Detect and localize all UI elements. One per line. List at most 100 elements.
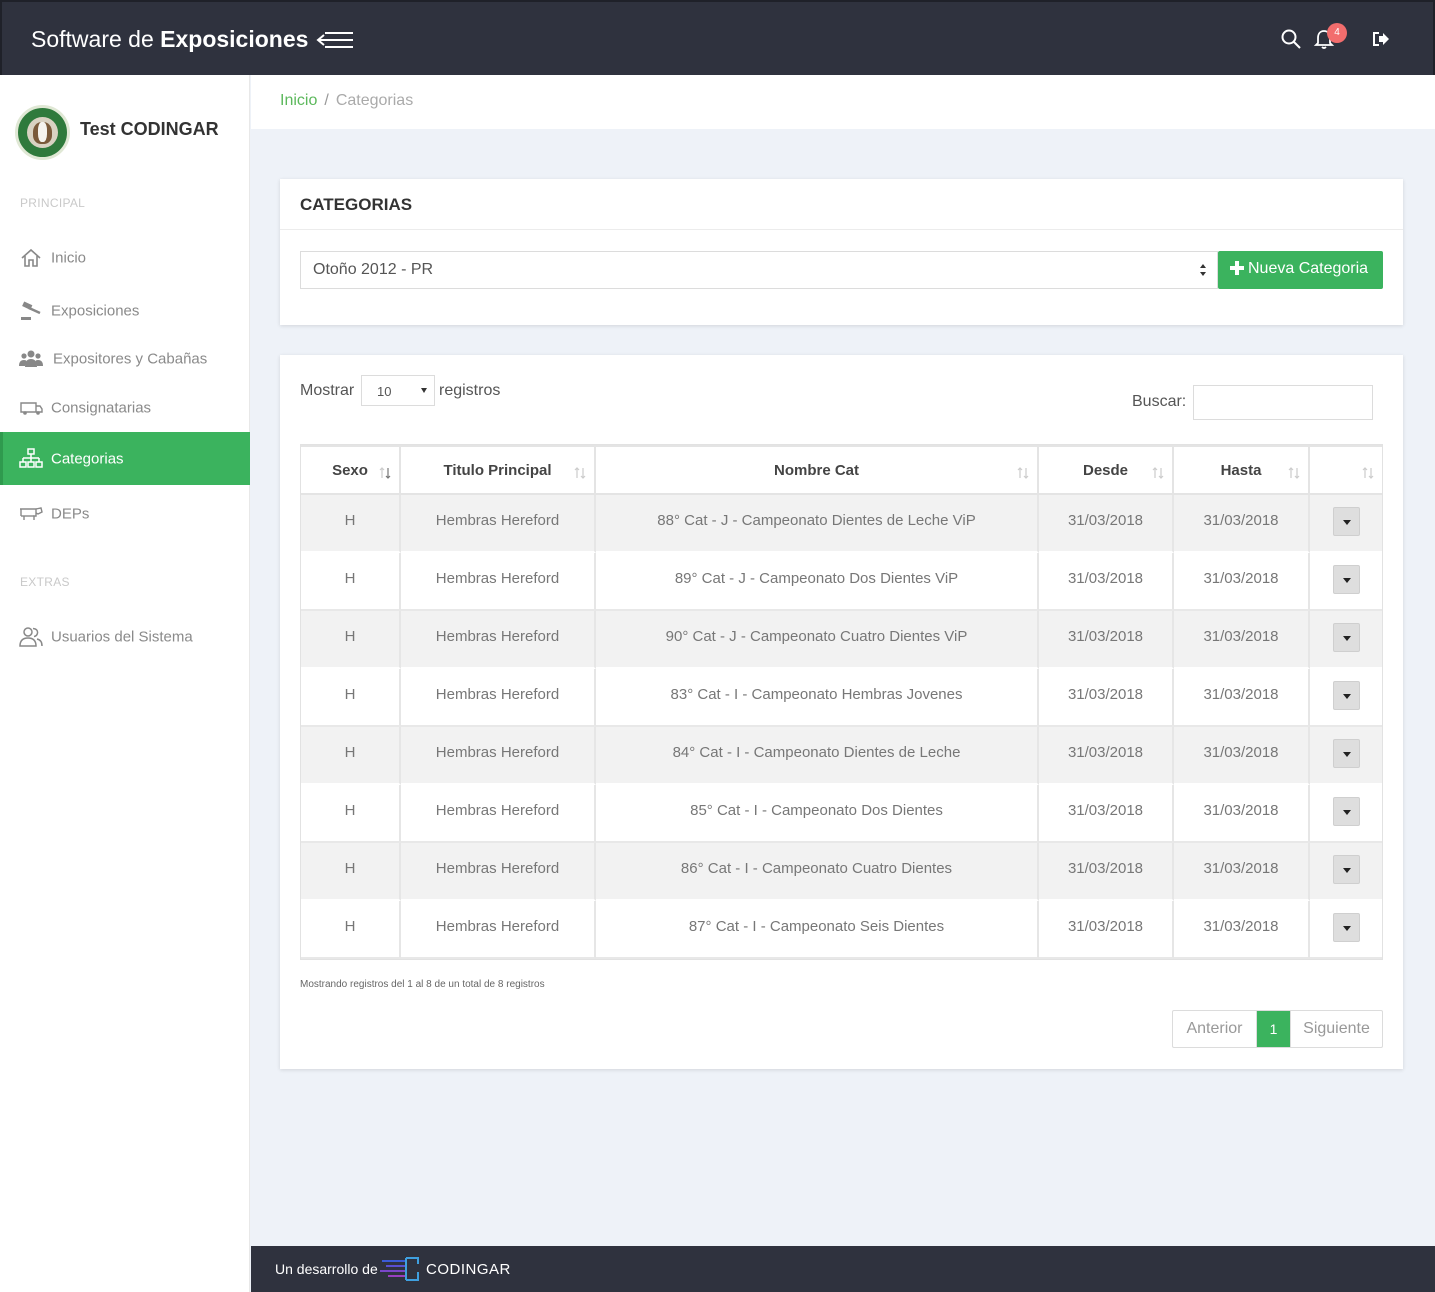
cell-desde: 31/03/2018 <box>1039 901 1174 959</box>
pagination-next-button[interactable]: Siguiente <box>1290 1011 1382 1047</box>
cell-titulo: Hembras Hereford <box>401 785 596 843</box>
records-label: registros <box>439 382 501 399</box>
cell-nombre: 87° Cat - I - Campeonato Seis Dientes <box>596 901 1039 959</box>
cell-hasta: 31/03/2018 <box>1174 495 1310 553</box>
column-header-label: Titulo Principal <box>443 461 552 479</box>
cell-actions <box>1310 843 1382 901</box>
cell-nombre: 90° Cat - J - Campeonato Cuatro Dientes … <box>596 611 1039 669</box>
breadcrumb: Inicio / Categorias <box>280 92 413 110</box>
breadcrumb-home-link[interactable]: Inicio <box>280 92 317 109</box>
cell-desde: 31/03/2018 <box>1039 495 1174 553</box>
cell-sexo: H <box>301 843 401 901</box>
section-extras: EXTRAS <box>20 575 70 589</box>
logout-icon[interactable] <box>1370 28 1392 50</box>
cell-nombre: 86° Cat - I - Campeonato Cuatro Dientes <box>596 843 1039 901</box>
caret-down-icon <box>1342 867 1351 873</box>
caret-down-icon <box>1342 925 1351 931</box>
row-actions-dropdown-button[interactable] <box>1332 854 1360 884</box>
cell-actions <box>1310 495 1382 553</box>
column-header-hasta[interactable]: Hasta <box>1174 445 1310 495</box>
page-length-select[interactable]: 10 <box>361 375 435 406</box>
plus-icon <box>1230 261 1244 275</box>
table-info: Mostrando registros del 1 al 8 de un tot… <box>300 979 545 990</box>
row-actions-dropdown-button[interactable] <box>1332 680 1360 710</box>
chevron-down-icon <box>421 388 427 393</box>
row-actions-dropdown-button[interactable] <box>1332 738 1360 768</box>
cell-titulo: Hembras Hereford <box>401 843 596 901</box>
user-profile: Test CODINGAR <box>15 105 245 161</box>
gavel-icon <box>21 300 41 320</box>
sidebar-item-label: Consignatarias <box>51 399 152 416</box>
sort-icon <box>574 467 586 479</box>
cell-titulo: Hembras Hereford <box>401 553 596 611</box>
app-brand[interactable]: Software de Exposiciones <box>31 26 308 53</box>
page-length-value: 10 <box>377 384 392 399</box>
sort-icon <box>1362 467 1374 479</box>
pagination-prev-button[interactable]: Anterior <box>1173 1011 1257 1047</box>
categories-table-card: Mostrar 10 registros Buscar: Sexo Titulo… <box>280 355 1403 1069</box>
cell-sexo: H <box>301 611 401 669</box>
cell-titulo: Hembras Hereford <box>401 901 596 959</box>
search-icon[interactable] <box>1280 28 1302 50</box>
table-row: H Hembras Hereford 85° Cat - I - Campeon… <box>301 785 1382 843</box>
table-row: H Hembras Hereford 83° Cat - I - Campeon… <box>301 669 1382 727</box>
menu-toggle-icon[interactable] <box>315 29 355 51</box>
caret-down-icon <box>1342 577 1351 583</box>
sidebar-item-label: DEPs <box>51 505 90 522</box>
column-header-nombre[interactable]: Nombre Cat <box>596 445 1039 495</box>
exposition-select[interactable]: Otoño 2012 - PR <box>300 251 1218 289</box>
categories-card: CATEGORIAS Otoño 2012 - PR Nueva Categor… <box>280 179 1403 325</box>
sidebar-item-consignatarias[interactable]: Consignatarias <box>0 381 250 434</box>
new-category-button[interactable]: Nueva Categoria <box>1218 251 1383 289</box>
breadcrumb-bar: Inicio / Categorias <box>251 75 1435 129</box>
column-header-titulo[interactable]: Titulo Principal <box>401 445 596 495</box>
page-title: CATEGORIAS <box>300 195 413 214</box>
cell-hasta: 31/03/2018 <box>1174 611 1310 669</box>
sort-icon <box>1288 467 1300 479</box>
table-row: H Hembras Hereford 89° Cat - J - Campeon… <box>301 553 1382 611</box>
column-header-label: Hasta <box>1220 461 1262 479</box>
cell-nombre: 88° Cat - J - Campeonato Dientes de Lech… <box>596 495 1039 553</box>
row-actions-dropdown-button[interactable] <box>1332 622 1360 652</box>
row-actions-dropdown-button[interactable] <box>1332 506 1360 536</box>
pagination-page-button[interactable]: 1 <box>1257 1011 1290 1047</box>
sort-icon <box>379 467 391 479</box>
row-actions-dropdown-button[interactable] <box>1332 564 1360 594</box>
table-header-row: Sexo Titulo Principal Nombre Cat Desde H… <box>301 445 1382 495</box>
cell-hasta: 31/03/2018 <box>1174 669 1310 727</box>
search-input[interactable] <box>1193 385 1373 420</box>
search-label: Buscar: <box>1132 393 1187 410</box>
sidebar-item-categorias[interactable]: Categorias <box>0 432 250 485</box>
caret-down-icon <box>1342 635 1351 641</box>
column-header-actions[interactable] <box>1310 445 1382 495</box>
table-row: H Hembras Hereford 88° Cat - J - Campeon… <box>301 495 1382 553</box>
sidebar-item-label: Expositores y Cabañas <box>53 350 208 367</box>
avatar <box>15 105 70 160</box>
cow-icon <box>20 506 43 520</box>
sidebar-item-usuarios[interactable]: Usuarios del Sistema <box>0 610 250 663</box>
cell-titulo: Hembras Hereford <box>401 611 596 669</box>
sidebar-item-inicio[interactable]: Inicio <box>0 231 250 284</box>
row-actions-dropdown-button[interactable] <box>1332 796 1360 826</box>
table-row: H Hembras Hereford 84° Cat - I - Campeon… <box>301 727 1382 785</box>
section-principal: PRINCIPAL <box>20 196 86 210</box>
sidebar-item-deps[interactable]: DEPs <box>0 487 250 540</box>
categories-table: Sexo Titulo Principal Nombre Cat Desde H… <box>300 444 1383 960</box>
column-header-desde[interactable]: Desde <box>1039 445 1174 495</box>
sidebar-item-exposiciones[interactable]: Exposiciones <box>0 284 250 337</box>
brand-bold: Exposiciones <box>160 26 309 52</box>
table-row: H Hembras Hereford 90° Cat - J - Campeon… <box>301 611 1382 669</box>
cell-desde: 31/03/2018 <box>1039 843 1174 901</box>
sort-icon <box>1017 467 1029 479</box>
cell-titulo: Hembras Hereford <box>401 495 596 553</box>
row-actions-dropdown-button[interactable] <box>1332 912 1360 942</box>
cell-actions <box>1310 553 1382 611</box>
caret-down-icon <box>1342 519 1351 525</box>
cell-titulo: Hembras Hereford <box>401 669 596 727</box>
cell-nombre: 85° Cat - I - Campeonato Dos Dientes <box>596 785 1039 843</box>
column-header-sexo[interactable]: Sexo <box>301 445 401 495</box>
table-row: H Hembras Hereford 87° Cat - I - Campeon… <box>301 901 1382 959</box>
sidebar-item-expositores[interactable]: Expositores y Cabañas <box>0 332 250 385</box>
cell-sexo: H <box>301 785 401 843</box>
breadcrumb-current: Categorias <box>335 92 414 109</box>
